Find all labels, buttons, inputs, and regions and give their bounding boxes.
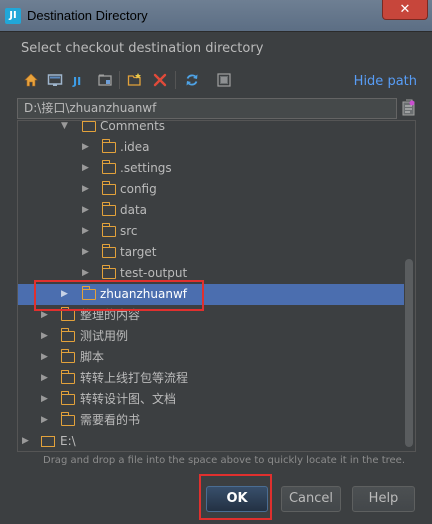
tree-item-label: 需要看的书 (80, 413, 141, 427)
module-icon[interactable] (97, 72, 113, 88)
toolbar: JI Hide path (17, 66, 421, 96)
folder-icon (101, 223, 116, 237)
tree-item-label: 整理的内容 (80, 308, 141, 322)
folder-icon (101, 244, 116, 258)
show-hidden-icon[interactable] (216, 72, 232, 88)
folder-icon (101, 181, 116, 195)
close-button[interactable]: ✕ (382, 0, 428, 20)
expand-arrow-right-icon[interactable]: ▶ (41, 410, 51, 431)
new-folder-icon[interactable] (127, 72, 143, 88)
tree-item-label: .idea (120, 140, 150, 154)
expand-arrow-right-icon[interactable]: ▶ (82, 179, 92, 200)
expand-arrow-right-icon[interactable]: ▶ (82, 242, 92, 263)
tree-item-label: .settings (120, 161, 172, 175)
tree-item-label: 脚本 (80, 350, 105, 364)
folder-icon (60, 328, 75, 342)
tree-item-scripts[interactable]: ▶ 脚本 (18, 347, 404, 368)
tree-item-label: E:\ (60, 434, 76, 448)
app-icon: JI (5, 8, 21, 24)
tree-item-label: 转转设计图、文档 (80, 392, 177, 406)
home-icon[interactable] (23, 72, 39, 88)
tree-item-drive-e[interactable]: ▶ E:\ (18, 431, 404, 451)
help-button[interactable]: Help (352, 486, 415, 512)
tree-item-label: test-output (120, 266, 188, 280)
tree-item-src[interactable]: ▶ src (18, 221, 404, 242)
expand-arrow-right-icon[interactable]: ▶ (82, 200, 92, 221)
tree-item-zhuanzhuanwf[interactable]: ▶ zhuanzhuanwf (18, 284, 404, 305)
tree-item-idea[interactable]: ▶ .idea (18, 137, 404, 158)
path-input[interactable]: D:\接口\zhuanzhuanwf (17, 98, 397, 119)
folder-icon (60, 349, 75, 363)
tree-item-label: zhuanzhuanwf (100, 287, 187, 301)
expand-arrow-right-icon[interactable]: ▶ (61, 284, 71, 305)
delete-icon[interactable] (152, 72, 168, 88)
expand-arrow-right-icon[interactable]: ▶ (82, 137, 92, 158)
folder-icon (60, 370, 75, 384)
folder-icon (101, 160, 116, 174)
tree-item-data[interactable]: ▶ data (18, 200, 404, 221)
expand-arrow-right-icon[interactable]: ▶ (41, 389, 51, 410)
folder-icon (60, 412, 75, 426)
desktop-icon[interactable] (47, 72, 63, 88)
vertical-scrollbar[interactable] (405, 259, 413, 447)
expand-arrow-right-icon[interactable]: ▶ (82, 263, 92, 284)
expand-arrow-right-icon[interactable]: ▶ (41, 326, 51, 347)
expand-arrow-right-icon[interactable]: ▶ (41, 305, 51, 326)
drive-icon (41, 436, 55, 447)
tree-item-target[interactable]: ▶ target (18, 242, 404, 263)
toolbar-separator (119, 71, 120, 89)
tree-item-test-cases[interactable]: ▶ 测试用例 (18, 326, 404, 347)
tree-item-label: 转转上线打包等流程 (80, 371, 189, 385)
tree-item-comments[interactable]: ▼ Comments (18, 120, 404, 137)
cancel-button[interactable]: Cancel (281, 486, 341, 512)
hide-path-link[interactable]: Hide path (354, 74, 417, 89)
expand-arrow-right-icon[interactable]: ▶ (22, 431, 32, 451)
directory-tree[interactable]: ▼ Comments ▶ .idea ▶ .settings ▶ config … (17, 120, 416, 452)
svg-text:JI: JI (72, 75, 81, 88)
tree-item-organized-content[interactable]: ▶ 整理的内容 (18, 305, 404, 326)
expand-arrow-right-icon[interactable]: ▶ (82, 158, 92, 179)
expand-arrow-down-icon[interactable]: ▼ (61, 121, 71, 137)
title-bar: JI Destination Directory ✕ (0, 0, 432, 32)
ok-button[interactable]: OK (206, 486, 268, 512)
folder-icon (60, 391, 75, 405)
tree-item-label: 测试用例 (80, 329, 129, 343)
folder-icon (60, 307, 75, 321)
project-icon[interactable]: JI (72, 72, 88, 88)
tree-item-label: src (120, 224, 138, 238)
tree-item-release-process[interactable]: ▶ 转转上线打包等流程 (18, 368, 404, 389)
path-history-icon[interactable] (402, 99, 416, 117)
tree-item-books[interactable]: ▶ 需要看的书 (18, 410, 404, 431)
window-title: Destination Directory (27, 8, 148, 23)
tree-item-label: target (120, 245, 157, 259)
tree-item-design-docs[interactable]: ▶ 转转设计图、文档 (18, 389, 404, 410)
close-icon: ✕ (399, 2, 411, 17)
tree-item-label: config (120, 182, 157, 196)
tree-item-label: Comments (100, 120, 166, 133)
toolbar-separator (175, 71, 176, 89)
expand-arrow-right-icon[interactable]: ▶ (82, 221, 92, 242)
tree-item-config[interactable]: ▶ config (18, 179, 404, 200)
expand-arrow-right-icon[interactable]: ▶ (41, 368, 51, 389)
tree-item-test-output[interactable]: ▶ test-output (18, 263, 404, 284)
folder-icon (81, 286, 96, 300)
folder-icon (101, 139, 116, 153)
refresh-icon[interactable] (184, 72, 200, 88)
tree-item-settings[interactable]: ▶ .settings (18, 158, 404, 179)
expand-arrow-right-icon[interactable]: ▶ (41, 347, 51, 368)
drag-drop-hint: Drag and drop a file into the space abov… (43, 455, 406, 466)
folder-icon (101, 265, 116, 279)
tree-item-label: data (120, 203, 148, 217)
folder-icon (81, 121, 96, 132)
dialog-prompt: Select checkout destination directory (21, 41, 264, 56)
folder-icon (101, 202, 116, 216)
